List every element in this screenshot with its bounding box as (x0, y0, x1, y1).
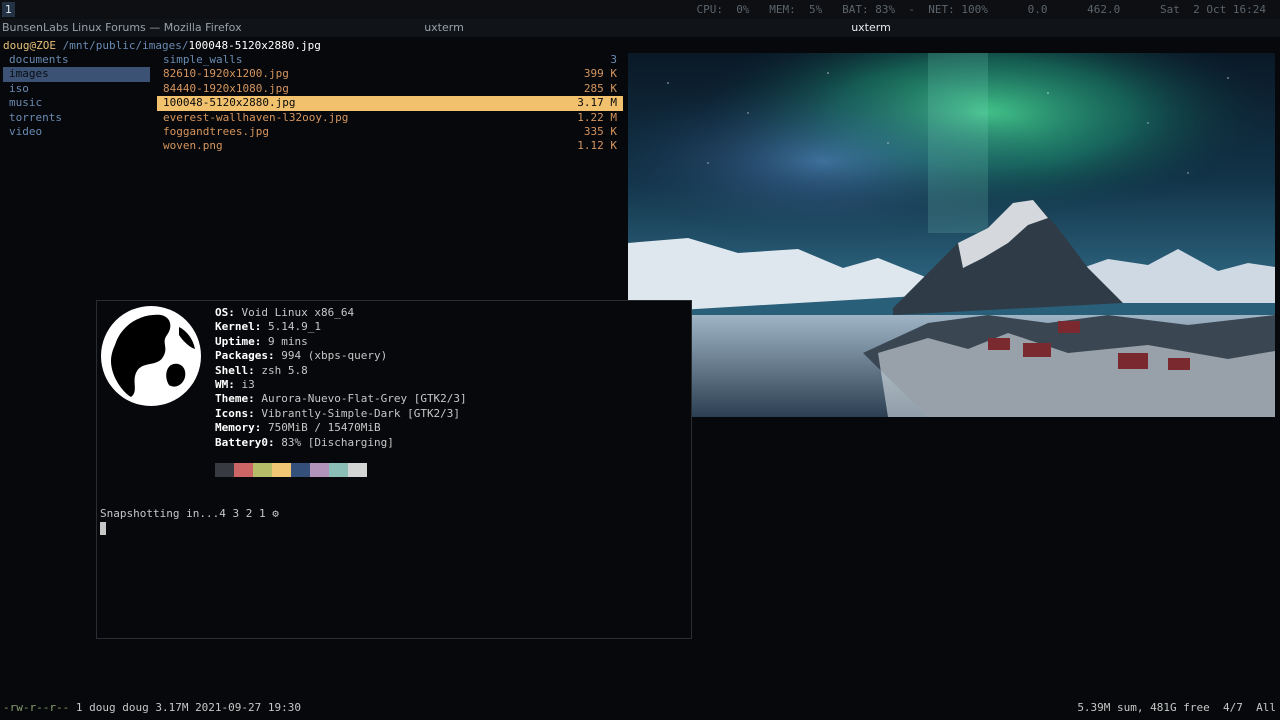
palette-swatch (329, 463, 348, 477)
palette-swatch (310, 463, 329, 477)
color-palette (215, 463, 367, 477)
file-name: 84440-1920x1080.jpg (163, 81, 289, 95)
file-name: 82610-1920x1200.jpg (163, 67, 289, 81)
file-item[interactable]: 82610-1920x1200.jpg 399 K (157, 67, 623, 81)
file-size: 3.17 M (577, 96, 617, 110)
palette-swatch (253, 463, 272, 477)
file-item[interactable]: woven.png 1.12 K (157, 139, 623, 153)
file-list-column: simple_walls 3 82610-1920x1200.jpg 399 K 8… (157, 53, 623, 154)
current-file-name: 100048-5120x2880.jpg (188, 39, 321, 52)
system-info: OS: Void Linux x86_64 Kernel: 5.14.9_1 U… (215, 306, 467, 450)
window-title-bar: BunsenLabs Linux Forums — Mozilla Firefo… (0, 19, 1280, 37)
ranger-file-info: -rw-r--r-- 1 doug doug 3.17M 2021-09-27 … (3, 701, 301, 715)
dir-item-iso[interactable]: iso (3, 82, 150, 96)
palette-swatch (291, 463, 310, 477)
user-host: doug@ZOE (3, 39, 56, 52)
file-size: 399 K (583, 67, 617, 81)
file-name: 100048-5120x2880.jpg (163, 96, 296, 110)
current-directory-path: /mnt/public/images/ (55, 39, 189, 52)
info-row-shell: Shell: zsh 5.8 (215, 363, 308, 377)
parent-directory-column: documents images iso music torrents vide… (3, 53, 150, 139)
file-size: 285 K (583, 81, 617, 95)
dir-item-torrents[interactable]: torrents (3, 111, 150, 125)
palette-swatch (234, 463, 253, 477)
terminal-cursor (100, 522, 106, 535)
info-row-theme: Theme: Aurora-Nuevo-Flat-Grey [GTK2/3] (215, 392, 467, 406)
file-permissions: -rw-r--r-- (3, 701, 70, 714)
file-size: 1.22 M (577, 110, 617, 124)
file-name: simple_walls (163, 53, 243, 66)
aurora-landscape-image (628, 53, 1275, 417)
palette-swatch (272, 463, 291, 477)
info-row-os: OS: Void Linux x86_64 (215, 306, 355, 319)
file-owner-size-date: 1 doug doug 3.17M 2021-09-27 19:30 (69, 701, 302, 714)
file-size: 3 (610, 53, 617, 66)
snapshot-countdown: Snapshotting in...4 3 2 1 ⚙ (100, 507, 279, 520)
palette-swatch (215, 463, 234, 477)
image-preview (628, 53, 1275, 417)
file-size: 335 K (583, 124, 617, 138)
uxterm-neofetch-window[interactable]: OS: Void Linux x86_64 Kernel: 5.14.9_1 U… (96, 300, 692, 639)
info-row-memory: Memory: 750MiB / 15470MiB (215, 421, 381, 435)
void-linux-globe-logo-icon (101, 305, 201, 407)
uxterm-window-tab-2[interactable]: uxterm (742, 19, 1000, 37)
info-row-icons: Icons: Vibrantly-Simple-Dark [GTK2/3] (215, 406, 461, 420)
status-line: CPU: 0% MEM: 5% BAT: 83% - NET: 100% 0.0… (696, 3, 1266, 16)
info-row-kernel: Kernel: 5.14.9_1 (215, 320, 321, 334)
palette-swatch (348, 463, 367, 477)
info-row-wm: WM: i3 (215, 377, 255, 391)
file-name: woven.png (163, 139, 223, 153)
ranger-disk-info: 5.39M sum, 481G free 4/7 All (1077, 701, 1276, 714)
info-row-packages: Packages: 994 (xbps-query) (215, 349, 388, 363)
spinner-icon: ⚙ (272, 507, 279, 520)
info-row-battery: Battery0: 83% [Discharging] (215, 435, 394, 449)
dir-item-images[interactable]: images (3, 67, 150, 82)
file-item[interactable]: simple_walls 3 (157, 53, 623, 67)
info-row-uptime: Uptime: 9 mins (215, 334, 308, 348)
file-name: everest-wallhaven-l32ooy.jpg (163, 110, 349, 124)
dir-item-documents[interactable]: documents (3, 53, 150, 67)
i3-status-bar: 1 CPU: 0% MEM: 5% BAT: 83% - NET: 100% 0… (0, 0, 1280, 19)
file-item[interactable]: everest-wallhaven-l32ooy.jpg 1.22 M (157, 111, 623, 125)
file-item-selected[interactable]: 100048-5120x2880.jpg 3.17 M (157, 96, 623, 111)
workspace-button-1[interactable]: 1 (2, 2, 15, 17)
file-item[interactable]: foggandtrees.jpg 335 K (157, 125, 623, 139)
dir-item-music[interactable]: music (3, 96, 150, 110)
file-name: foggandtrees.jpg (163, 124, 269, 138)
dir-item-video[interactable]: video (3, 125, 150, 139)
ranger-path-bar: doug@ZOE /mnt/public/images/100048-5120x… (3, 39, 321, 53)
file-size: 1.12 K (577, 139, 617, 153)
file-item[interactable]: 84440-1920x1080.jpg 285 K (157, 82, 623, 96)
